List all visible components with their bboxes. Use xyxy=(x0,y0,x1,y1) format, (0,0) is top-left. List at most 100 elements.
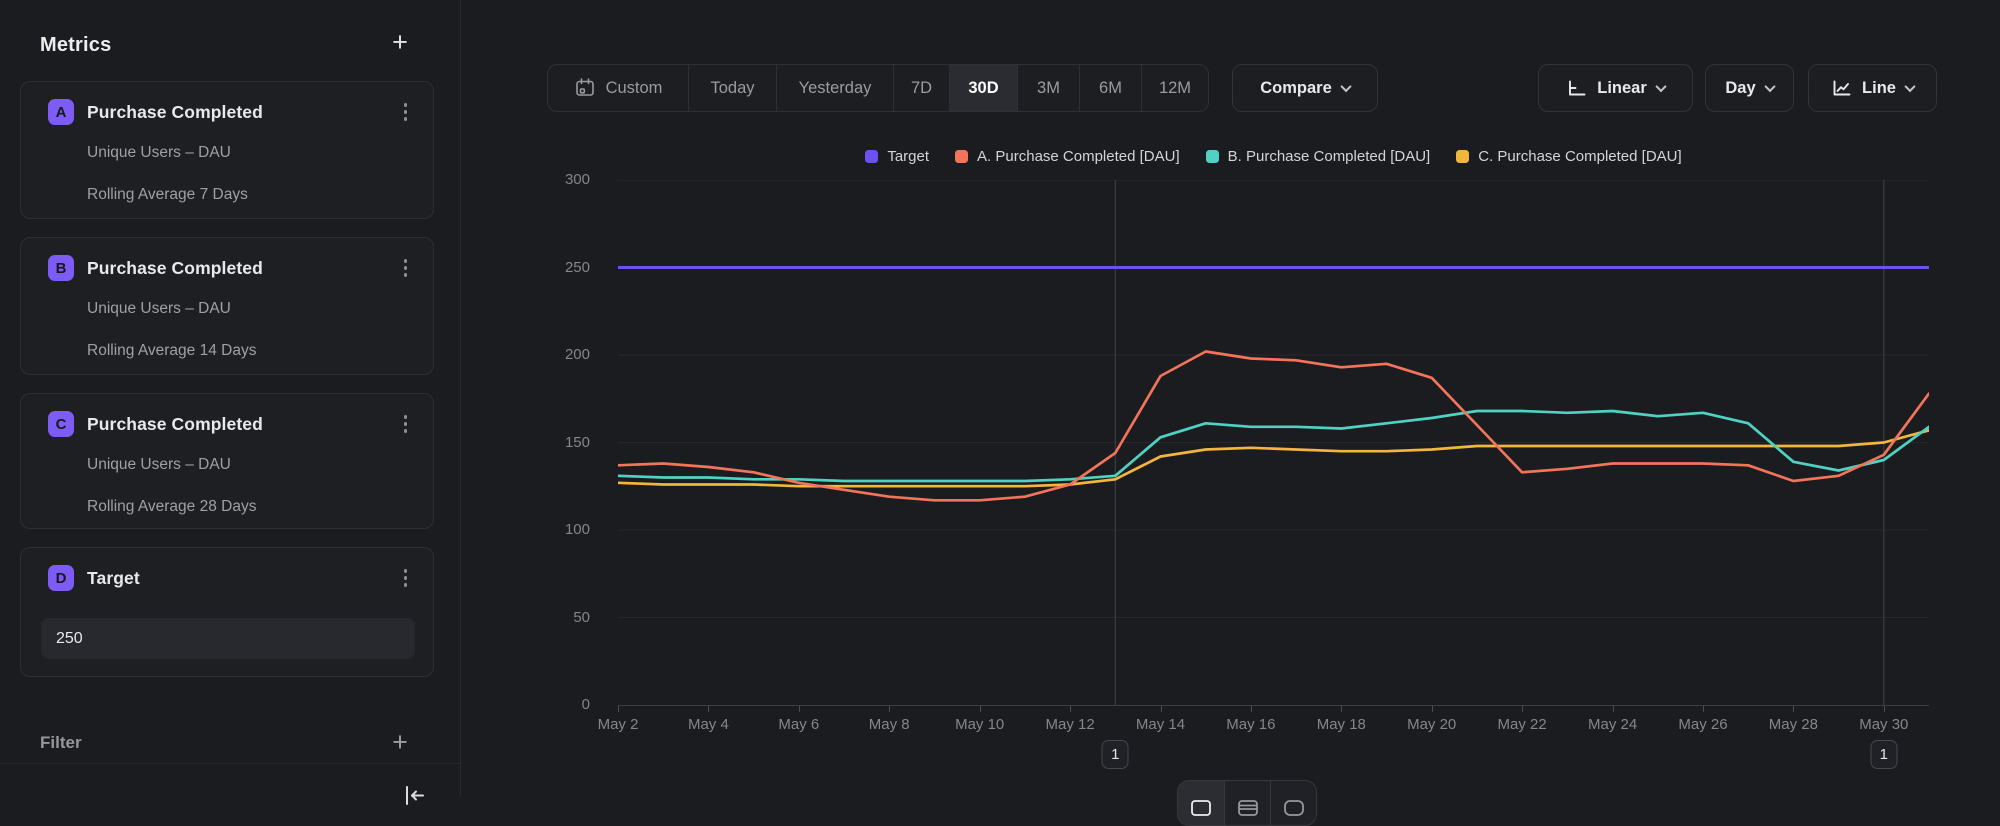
axis-tick xyxy=(1251,706,1252,712)
legend-label: B. Purchase Completed [DAU] xyxy=(1228,148,1431,165)
metric-card-b[interactable]: B Purchase Completed Unique Users – DAU … xyxy=(20,237,434,375)
range-30d[interactable]: 30D xyxy=(949,65,1017,111)
axis-tick xyxy=(1522,706,1523,712)
y-axis-label: 100 xyxy=(530,521,590,538)
chart-view-icon[interactable] xyxy=(1178,781,1224,825)
x-axis-label: May 12 xyxy=(1045,716,1094,733)
legend-label: C. Purchase Completed [DAU] xyxy=(1478,148,1681,165)
kebab-menu-icon[interactable] xyxy=(400,411,412,437)
series-line xyxy=(618,430,1929,486)
x-axis-label: May 14 xyxy=(1136,716,1185,733)
collapse-left-icon[interactable] xyxy=(402,783,426,812)
x-axis-label: May 30 xyxy=(1859,716,1908,733)
x-axis-labels: May 2May 4May 6May 8May 10May 12May 14Ma… xyxy=(618,716,1929,736)
metric-measure: Unique Users – DAU xyxy=(87,456,413,474)
chevron-down-icon xyxy=(1764,81,1775,92)
range-custom[interactable]: Custom xyxy=(548,65,688,111)
kebab-menu-icon[interactable] xyxy=(400,99,412,125)
card-view-icon[interactable] xyxy=(1270,781,1316,825)
axis-tick xyxy=(1884,706,1885,712)
axis-linear-icon xyxy=(1566,79,1587,98)
plus-icon: + xyxy=(392,729,408,756)
axis-tick xyxy=(980,706,981,712)
legend-swatch xyxy=(1456,150,1469,163)
target-title: Target xyxy=(87,568,140,589)
y-axis-label: 300 xyxy=(530,171,590,188)
x-axis-label: May 2 xyxy=(598,716,639,733)
x-axis-label: May 22 xyxy=(1497,716,1546,733)
legend-item[interactable]: B. Purchase Completed [DAU] xyxy=(1206,148,1431,165)
plus-icon: + xyxy=(392,29,408,56)
y-axis-label: 0 xyxy=(530,696,590,713)
x-axis-ticks xyxy=(618,705,1929,713)
add-filter-button[interactable]: + xyxy=(386,728,414,756)
metric-title: Purchase Completed xyxy=(87,258,263,279)
chart-legend: Target A. Purchase Completed [DAU] B. Purc… xyxy=(618,146,1929,166)
legend-item[interactable]: C. Purchase Completed [DAU] xyxy=(1456,148,1681,165)
metric-rolling: Rolling Average 28 Days xyxy=(87,498,413,516)
scale-dropdown-button[interactable]: Linear xyxy=(1538,64,1693,112)
axis-tick xyxy=(1161,706,1162,712)
metric-measure: Unique Users – DAU xyxy=(87,300,413,318)
x-axis-label: May 24 xyxy=(1588,716,1637,733)
y-axis-label: 50 xyxy=(530,609,590,626)
x-axis-label: May 8 xyxy=(869,716,910,733)
kebab-menu-icon[interactable] xyxy=(400,565,412,591)
annotation-chip[interactable]: 1 xyxy=(1102,740,1129,769)
axis-tick xyxy=(1432,706,1433,712)
annotation-chip[interactable]: 1 xyxy=(1870,740,1897,769)
legend-item[interactable]: Target xyxy=(865,148,929,165)
legend-label: Target xyxy=(887,148,929,165)
table-view-icon[interactable] xyxy=(1224,781,1270,825)
annotation-chips: 11 xyxy=(618,740,1929,770)
metric-rolling: Rolling Average 7 Days xyxy=(87,186,413,204)
y-axis-label: 150 xyxy=(530,434,590,451)
metric-badge: A xyxy=(48,99,74,125)
metric-card-c[interactable]: C Purchase Completed Unique Users – DAU … xyxy=(20,393,434,529)
metric-rolling: Rolling Average 14 Days xyxy=(87,342,413,360)
range-12m[interactable]: 12M xyxy=(1141,65,1208,111)
sidebar-title: Metrics xyxy=(40,34,111,57)
view-toggle-group xyxy=(1177,780,1317,826)
x-axis-label: May 18 xyxy=(1317,716,1366,733)
x-axis-label: May 4 xyxy=(688,716,729,733)
chart-type-dropdown-button[interactable]: Line xyxy=(1808,64,1937,112)
compare-button[interactable]: Compare xyxy=(1232,64,1378,112)
metric-badge: D xyxy=(48,565,74,591)
axis-tick xyxy=(1703,706,1704,712)
chevron-down-icon xyxy=(1904,81,1915,92)
date-range-segmented-control: Custom Today Yesterday 7D 30D 3M 6M 12M xyxy=(547,64,1209,112)
metric-card-a[interactable]: A Purchase Completed Unique Users – DAU … xyxy=(20,81,434,219)
y-axis-labels: 050100150200250300 xyxy=(528,180,604,705)
range-today[interactable]: Today xyxy=(688,65,776,111)
x-axis-label: May 6 xyxy=(778,716,819,733)
legend-label: A. Purchase Completed [DAU] xyxy=(977,148,1180,165)
legend-item[interactable]: A. Purchase Completed [DAU] xyxy=(955,148,1180,165)
axis-tick xyxy=(618,706,619,712)
filter-section-title: Filter xyxy=(40,733,82,753)
axis-tick xyxy=(1613,706,1614,712)
interval-dropdown-button[interactable]: Day xyxy=(1705,64,1794,112)
range-6m[interactable]: 6M xyxy=(1079,65,1141,111)
range-yesterday[interactable]: Yesterday xyxy=(776,65,893,111)
target-card[interactable]: D Target xyxy=(20,547,434,677)
axis-tick xyxy=(889,706,890,712)
calendar-icon xyxy=(574,77,596,99)
add-metric-button[interactable]: + xyxy=(386,28,414,56)
range-7d[interactable]: 7D xyxy=(893,65,949,111)
metric-title: Purchase Completed xyxy=(87,414,263,435)
metric-badge: C xyxy=(48,411,74,437)
x-axis-label: May 20 xyxy=(1407,716,1456,733)
target-value-input[interactable] xyxy=(41,618,415,659)
kebab-menu-icon[interactable] xyxy=(400,255,412,281)
chevron-down-icon xyxy=(1655,81,1666,92)
y-axis-label: 200 xyxy=(530,346,590,363)
line-chart-icon xyxy=(1831,79,1852,98)
axis-tick xyxy=(1070,706,1071,712)
chart-canvas[interactable] xyxy=(618,180,1929,705)
x-axis-label: May 28 xyxy=(1769,716,1818,733)
range-3m[interactable]: 3M xyxy=(1017,65,1079,111)
axis-tick xyxy=(1793,706,1794,712)
y-axis-label: 250 xyxy=(530,259,590,276)
legend-swatch xyxy=(955,150,968,163)
